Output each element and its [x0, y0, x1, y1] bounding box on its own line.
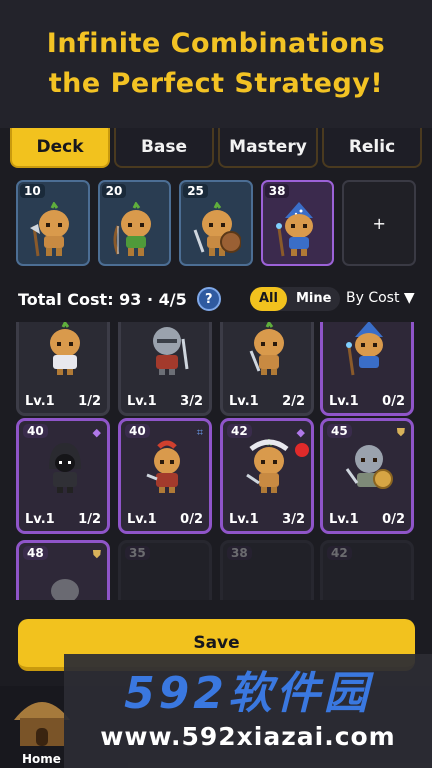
unit-count: 1/2 [78, 512, 101, 527]
add-unit-label: + [372, 213, 386, 233]
unit-card[interactable]: 45 ⛊ Lv.1 0/2 [320, 418, 414, 534]
wizard-icon [275, 202, 313, 257]
unit-card[interactable]: 40 ⌗ Lv.1 0/2 [118, 418, 212, 534]
deck-slot-wizard[interactable]: 38 [260, 180, 335, 266]
watermark: 592软件园 www.592xiazai.com [64, 654, 432, 768]
swordsman-icon [246, 439, 289, 493]
hooded-unit-icon [51, 579, 79, 600]
shield-icon: ⛊ [396, 426, 405, 439]
deck-slots: 10 20 25 38 + [16, 180, 416, 266]
total-cost: Total Cost: 93 · 4/5 [18, 289, 187, 309]
unit-cost: 42 [327, 546, 352, 560]
filter-all[interactable]: All [250, 287, 287, 311]
slot-cost: 38 [264, 184, 290, 198]
slot-cost: 25 [183, 184, 208, 198]
lancer-icon [50, 322, 80, 375]
nav-home-label: Home [22, 752, 61, 766]
unit-level: Lv.1 [229, 512, 259, 527]
unit-level: Lv.1 [25, 512, 55, 527]
unit-level: Lv.1 [127, 394, 157, 409]
unit-card-locked[interactable]: 42 [320, 540, 414, 600]
slot-cost: 20 [101, 184, 127, 198]
tab-relic[interactable]: Relic [322, 128, 422, 168]
unit-card[interactable]: Lv.1 0/2 [320, 322, 414, 416]
filter-mine[interactable]: Mine [287, 287, 340, 311]
unit-card[interactable]: 48 ⛊ [16, 540, 110, 600]
owner-filter: All Mine [250, 287, 341, 311]
paladin-icon [345, 445, 393, 489]
unit-card[interactable]: Lv.1 1/2 [16, 322, 110, 416]
watermark-logo: 592软件园 [124, 668, 372, 719]
unit-level: Lv.1 [25, 394, 55, 409]
tab-deck[interactable]: Deck [10, 128, 110, 168]
deck-slot-empty[interactable]: + [342, 180, 416, 266]
unit-card[interactable]: 40 ◆ Lv.1 1/2 [16, 418, 110, 534]
unit-count: 3/2 [282, 512, 305, 527]
unit-grid: Lv.1 1/2 Lv.1 3/2 Lv.1 2/2 Lv.1 0/2 40 ◆… [0, 322, 432, 600]
unit-card[interactable]: Lv.1 2/2 [220, 322, 314, 416]
tab-bar: Deck Base Mastery Relic [10, 128, 422, 170]
new-badge [295, 443, 309, 457]
unit-count: 2/2 [282, 394, 305, 409]
tab-base[interactable]: Base [114, 128, 214, 168]
unit-count: 3/2 [180, 394, 203, 409]
unit-cost: 42 [227, 424, 252, 438]
brawler-icon [249, 322, 284, 375]
unit-count: 1/2 [78, 394, 101, 409]
unit-card[interactable]: 42 ◆ Lv.1 3/2 [220, 418, 314, 534]
banner-line-1: Infinite Combinations [46, 28, 386, 59]
spartan-icon [146, 440, 180, 493]
promo-banner: Infinite Combinations the Perfect Strate… [0, 0, 432, 128]
slot-cost: 10 [20, 184, 45, 198]
deck-slot-shield-warrior[interactable]: 25 [179, 180, 253, 266]
unit-count: 0/2 [180, 512, 203, 527]
unit-count: 0/2 [382, 394, 405, 409]
tab-mastery[interactable]: Mastery [218, 128, 318, 168]
unit-cost: 40 [23, 424, 48, 438]
sort-dropdown[interactable]: By Cost ▼ [346, 290, 415, 306]
axe-warrior-icon [30, 202, 69, 257]
unit-cost: 38 [227, 546, 252, 560]
knight-icon [153, 327, 189, 375]
unit-card-locked[interactable]: 38 [220, 540, 314, 600]
banner-line-2: the Perfect Strategy! [48, 68, 384, 99]
unit-card[interactable]: Lv.1 3/2 [118, 322, 212, 416]
diamond-icon: ◆ [92, 426, 101, 439]
shield-warrior-icon [193, 202, 242, 256]
frame-icon: ⌗ [196, 426, 203, 439]
unit-card-locked[interactable]: 35 [118, 540, 212, 600]
wizard-icon [346, 322, 383, 376]
unit-level: Lv.1 [229, 394, 259, 409]
archer-icon [113, 202, 151, 256]
unit-level: Lv.1 [329, 512, 359, 527]
deck-slot-archer[interactable]: 20 [97, 180, 172, 266]
shield-icon: ⛊ [92, 548, 101, 561]
unit-cost: 48 [23, 546, 48, 560]
unit-level: Lv.1 [329, 394, 359, 409]
watermark-url: www.592xiazai.com [100, 722, 396, 751]
unit-cost: 35 [125, 546, 150, 560]
unit-cost: 45 [327, 424, 352, 438]
unit-cost: 40 [125, 424, 150, 438]
help-button[interactable]: ? [196, 287, 221, 311]
deck-slot-axe-warrior[interactable]: 10 [16, 180, 90, 266]
cost-bar: Total Cost: 93 · 4/5 ? All Mine By Cost … [0, 284, 432, 314]
diamond-icon: ◆ [296, 426, 305, 439]
assassin-icon [49, 443, 81, 493]
unit-count: 0/2 [382, 512, 405, 527]
unit-level: Lv.1 [127, 512, 157, 527]
